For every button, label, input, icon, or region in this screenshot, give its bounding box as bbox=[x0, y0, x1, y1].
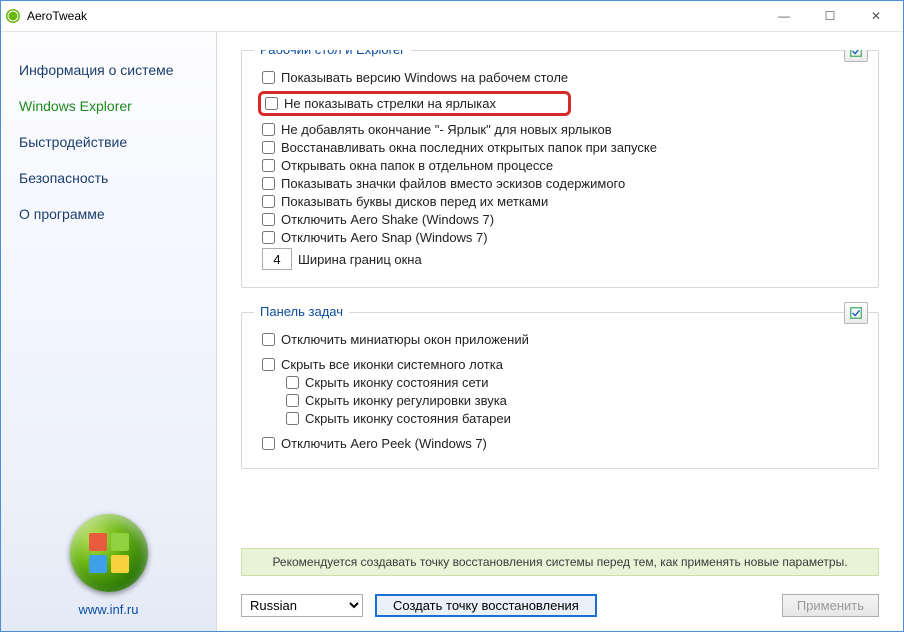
maximize-button[interactable]: ☐ bbox=[807, 1, 853, 31]
cb-label: Скрыть иконку состояния батареи bbox=[305, 411, 511, 426]
cb-disable-aero-peek[interactable] bbox=[262, 437, 275, 450]
sidebar-item-windows-explorer[interactable]: Windows Explorer bbox=[1, 88, 216, 124]
group-title-taskbar: Панель задач bbox=[254, 304, 349, 319]
cb-label: Восстанавливать окна последних открытых … bbox=[281, 140, 657, 155]
highlighted-option: Не показывать стрелки на ярлыках bbox=[258, 91, 571, 116]
sidebar-item-security[interactable]: Безопасность bbox=[1, 160, 216, 196]
app-icon bbox=[5, 8, 21, 24]
cb-label: Отключить миниатюры окон приложений bbox=[281, 332, 529, 347]
site-link[interactable]: www.inf.ru bbox=[79, 602, 139, 617]
cb-label: Отключить Aero Shake (Windows 7) bbox=[281, 212, 494, 227]
cb-label: Отключить Aero Peek (Windows 7) bbox=[281, 436, 487, 451]
cb-no-shortcut-suffix[interactable] bbox=[262, 123, 275, 136]
cb-hide-battery-icon[interactable] bbox=[286, 412, 299, 425]
app-window: AeroTweak — ☐ ✕ Информация о системе Win… bbox=[0, 0, 904, 632]
cb-hide-network-icon[interactable] bbox=[286, 376, 299, 389]
cb-label: Скрыть иконку состояния сети bbox=[305, 375, 489, 390]
titlebar: AeroTweak — ☐ ✕ bbox=[1, 1, 903, 32]
group-taskbar: Панель задач Отключить миниатюры окон пр… bbox=[241, 312, 879, 469]
group-reset-button-2[interactable] bbox=[844, 302, 868, 324]
windows-orb-icon bbox=[70, 514, 148, 592]
cb-label: Скрыть все иконки системного лотка bbox=[281, 357, 503, 372]
cb-show-windows-version[interactable] bbox=[262, 71, 275, 84]
app-title: AeroTweak bbox=[27, 9, 87, 23]
hint-bar: Рекомендуется создавать точку восстановл… bbox=[241, 548, 879, 576]
cb-label: Открывать окна папок в отдельном процесс… bbox=[281, 158, 553, 173]
cb-hide-shortcut-arrows[interactable] bbox=[265, 97, 278, 110]
cb-disable-aero-snap[interactable] bbox=[262, 231, 275, 244]
minimize-button[interactable]: — bbox=[761, 1, 807, 31]
cb-restore-folder-windows[interactable] bbox=[262, 141, 275, 154]
cb-label: Показывать значки файлов вместо эскизов … bbox=[281, 176, 625, 191]
close-button[interactable]: ✕ bbox=[853, 1, 899, 31]
sidebar: Информация о системе Windows Explorer Бы… bbox=[1, 32, 217, 631]
sidebar-item-about[interactable]: О программе bbox=[1, 196, 216, 232]
border-width-input[interactable] bbox=[262, 248, 292, 270]
cb-icons-instead-thumbs[interactable] bbox=[262, 177, 275, 190]
cb-disable-thumbnails[interactable] bbox=[262, 333, 275, 346]
cb-label: Отключить Aero Snap (Windows 7) bbox=[281, 230, 488, 245]
group-reset-button[interactable] bbox=[844, 50, 868, 62]
main-panel: Рабочий стол и Explorer Показывать верси… bbox=[217, 32, 903, 631]
sidebar-item-performance[interactable]: Быстродействие bbox=[1, 124, 216, 160]
cb-label: Показывать версию Windows на рабочем сто… bbox=[281, 70, 568, 85]
cb-disable-aero-shake[interactable] bbox=[262, 213, 275, 226]
cb-separate-process[interactable] bbox=[262, 159, 275, 172]
cb-hide-volume-icon[interactable] bbox=[286, 394, 299, 407]
cb-hide-tray-icons[interactable] bbox=[262, 358, 275, 371]
cb-label: Показывать буквы дисков перед их метками bbox=[281, 194, 548, 209]
cb-drive-letters-first[interactable] bbox=[262, 195, 275, 208]
group-desktop-explorer: Рабочий стол и Explorer Показывать верси… bbox=[241, 50, 879, 288]
create-restore-point-button[interactable]: Создать точку восстановления bbox=[375, 594, 597, 617]
cb-label: Не добавлять окончание "- Ярлык" для нов… bbox=[281, 122, 612, 137]
language-select[interactable]: Russian bbox=[241, 594, 363, 617]
group-title-desktop-explorer: Рабочий стол и Explorer bbox=[254, 50, 411, 57]
cb-label: Скрыть иконку регулировки звука bbox=[305, 393, 507, 408]
bottom-bar: Russian Создать точку восстановления При… bbox=[235, 588, 885, 631]
apply-button[interactable]: Применить bbox=[782, 594, 879, 617]
sidebar-item-system-info[interactable]: Информация о системе bbox=[1, 52, 216, 88]
cb-label: Не показывать стрелки на ярлыках bbox=[284, 96, 496, 111]
border-width-label: Ширина границ окна bbox=[298, 252, 422, 267]
